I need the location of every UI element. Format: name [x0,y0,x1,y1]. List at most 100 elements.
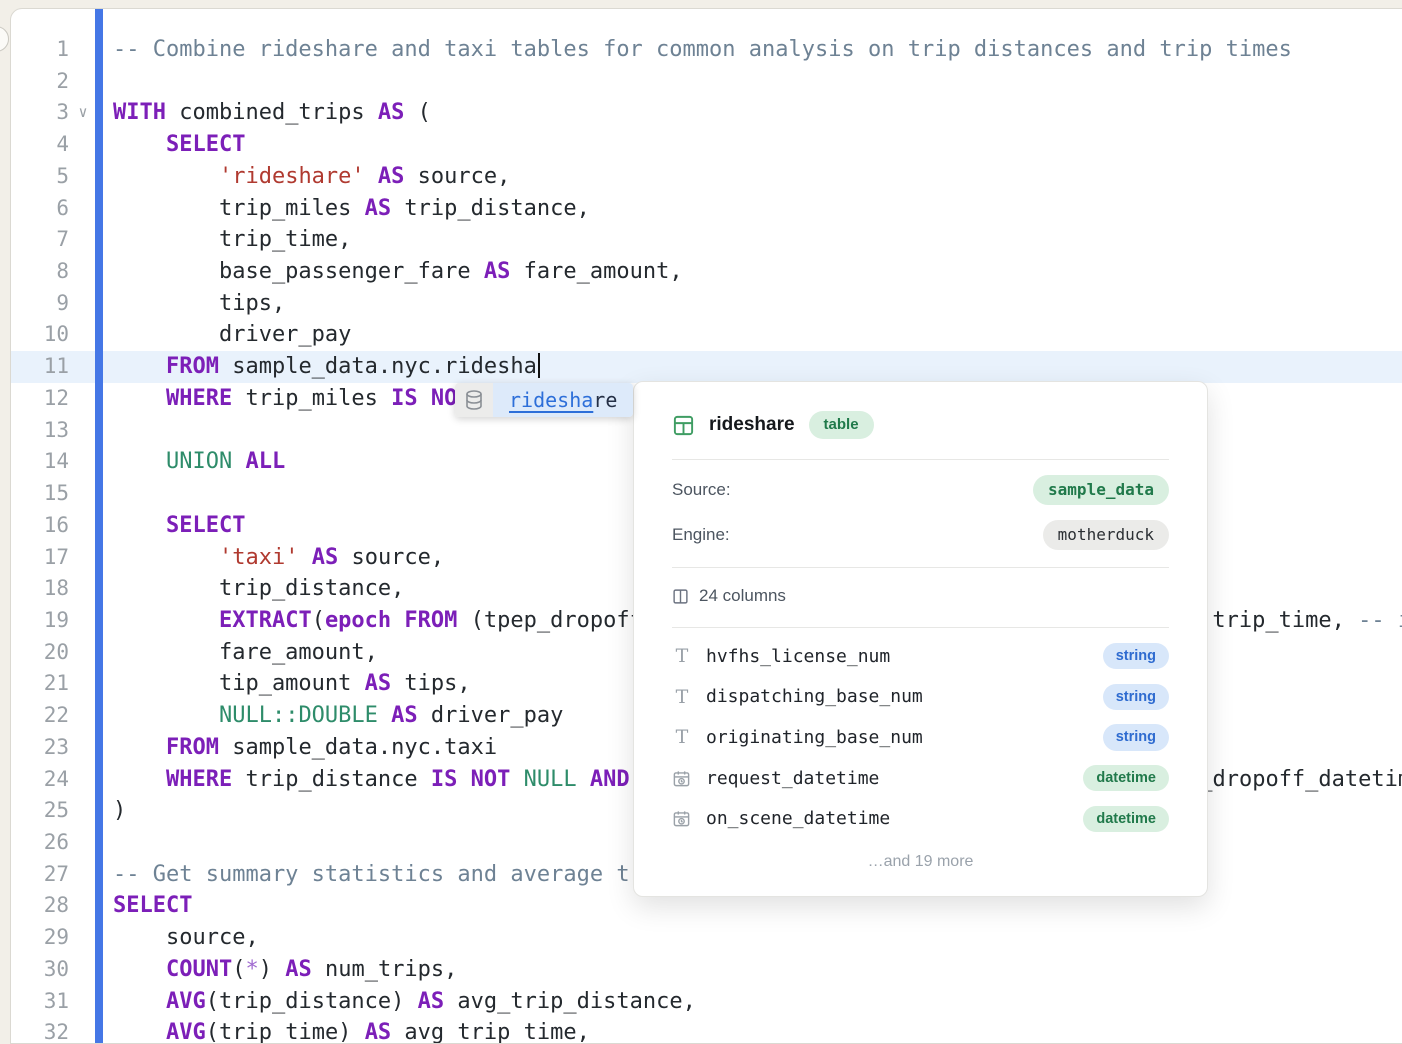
code-line-10[interactable]: 10 driver_pay [11,319,1402,351]
line-number[interactable]: 10 [11,319,69,351]
line-number[interactable]: 9 [11,288,69,320]
code-token: AVG [166,989,206,1014]
query-block-indicator-bar[interactable] [95,9,103,1043]
fold-chevron-icon[interactable]: ∨ [73,97,93,129]
code-line-29[interactable]: 29 source, [11,922,1402,954]
line-number[interactable]: 13 [11,415,69,447]
line-number[interactable]: 30 [11,954,69,986]
column-type-badge: datetime [1083,806,1169,832]
code-token: AND [590,767,630,792]
column-row: Tdispatching_base_numstring [672,677,1169,718]
code-line-31[interactable]: 31 AVG(trip_distance) AS avg_trip_distan… [11,986,1402,1018]
code-token [113,608,219,633]
line-number[interactable]: 3 [11,97,69,129]
code-token [365,164,378,189]
code-token: source, [404,164,510,189]
code-token: WHERE [166,767,232,792]
code-token: ( [312,608,325,633]
code-token: ) [113,798,126,823]
code-line-11[interactable]: 11 FROM sample_data.nyc.ridesha [11,351,1402,383]
code-token: tips, [391,671,470,696]
line-number[interactable]: 20 [11,637,69,669]
line-number[interactable]: 5 [11,161,69,193]
line-number[interactable]: 21 [11,668,69,700]
code-token: AS [365,671,392,696]
engine-label: Engine: [672,525,730,545]
columns-count-row: 24 columns [672,582,1169,610]
autocomplete-item-rideshare[interactable]: rideshare [493,383,633,417]
code-token: -- Combine rideshare and taxi tables for… [113,37,1292,62]
code-token: EXTRACT [219,608,312,633]
line-number[interactable]: 7 [11,224,69,256]
code-token: SELECT [166,132,245,157]
line-number[interactable]: 15 [11,478,69,510]
line-number[interactable]: 22 [11,700,69,732]
code-line-9[interactable]: 9 tips, [11,288,1402,320]
code-token: trip_distance, [113,576,404,601]
line-number[interactable]: 12 [11,383,69,415]
code-token: trip_time, [1199,608,1358,633]
line-number[interactable]: 2 [11,66,69,98]
line-number[interactable]: 28 [11,890,69,922]
divider [672,459,1169,460]
code-token: source, [113,925,259,950]
code-token: epoch [325,608,391,633]
code-line-4[interactable]: 4 SELECT [11,129,1402,161]
line-number[interactable]: 1 [11,34,69,66]
code-token [510,767,523,792]
code-line-8[interactable]: 8 base_passenger_fare AS fare_amount, [11,256,1402,288]
column-name: originating_base_num [706,727,1103,748]
code-token [113,989,166,1014]
line-number[interactable]: 27 [11,859,69,891]
line-number[interactable]: 19 [11,605,69,637]
column-row: Toriginating_base_numstring [672,717,1169,758]
line-number[interactable]: 32 [11,1017,69,1043]
table-icon [672,414,695,437]
code-token: 'rideshare' [219,164,365,189]
code-line-6[interactable]: 6 trip_miles AS trip_distance, [11,193,1402,225]
column-name: dispatching_base_num [706,686,1103,707]
column-type-badge: string [1103,684,1169,710]
line-number[interactable]: 25 [11,795,69,827]
code-line-30[interactable]: 30 COUNT(*) AS num_trips, [11,954,1402,986]
line-number[interactable]: 14 [11,446,69,478]
code-token: trip_miles [113,196,365,221]
line-number[interactable]: 23 [11,732,69,764]
line-number[interactable]: 16 [11,510,69,542]
code-token [391,608,404,633]
autocomplete-popup: rideshare [455,383,633,417]
code-line-2[interactable]: 2 [11,66,1402,98]
line-number[interactable]: 6 [11,193,69,225]
code-token: fare_amount, [510,259,682,284]
line-number[interactable]: 4 [11,129,69,161]
code-line-7[interactable]: 7 trip_time, [11,224,1402,256]
line-number[interactable]: 8 [11,256,69,288]
line-number[interactable]: 31 [11,986,69,1018]
line-number[interactable]: 18 [11,573,69,605]
code-token [113,957,166,982]
table-name: rideshare [709,414,795,436]
code-token [113,735,166,760]
column-name: on_scene_datetime [706,808,1083,829]
line-number[interactable]: 29 [11,922,69,954]
code-token: driver_pay [418,703,564,728]
code-token [113,703,219,728]
code-line-5[interactable]: 5 'rideshare' AS source, [11,161,1402,193]
line-number[interactable]: 17 [11,542,69,574]
code-line-1[interactable]: 1 -- Combine rideshare and taxi tables fo… [11,34,1402,66]
calendar-clock-icon [672,809,692,828]
code-line-3[interactable]: 3∨WITH combined_trips AS ( [11,97,1402,129]
line-number[interactable]: 26 [11,827,69,859]
code-token: SELECT [113,893,192,918]
autocomplete-rest-text: re [593,388,617,412]
collapsed-sidebar-handle[interactable] [0,26,9,52]
calendar-clock-icon [672,769,692,788]
code-token [113,354,166,379]
code-token: trip_distance [232,767,431,792]
table-kind-badge: table [809,411,874,440]
code-line-32[interactable]: 32 AVG(trip_time) AS avg_trip_time, [11,1017,1402,1043]
line-number[interactable]: 11 [11,351,69,383]
column-type-badge: string [1103,643,1169,669]
code-token: WHERE [166,386,232,411]
line-number[interactable]: 24 [11,764,69,796]
